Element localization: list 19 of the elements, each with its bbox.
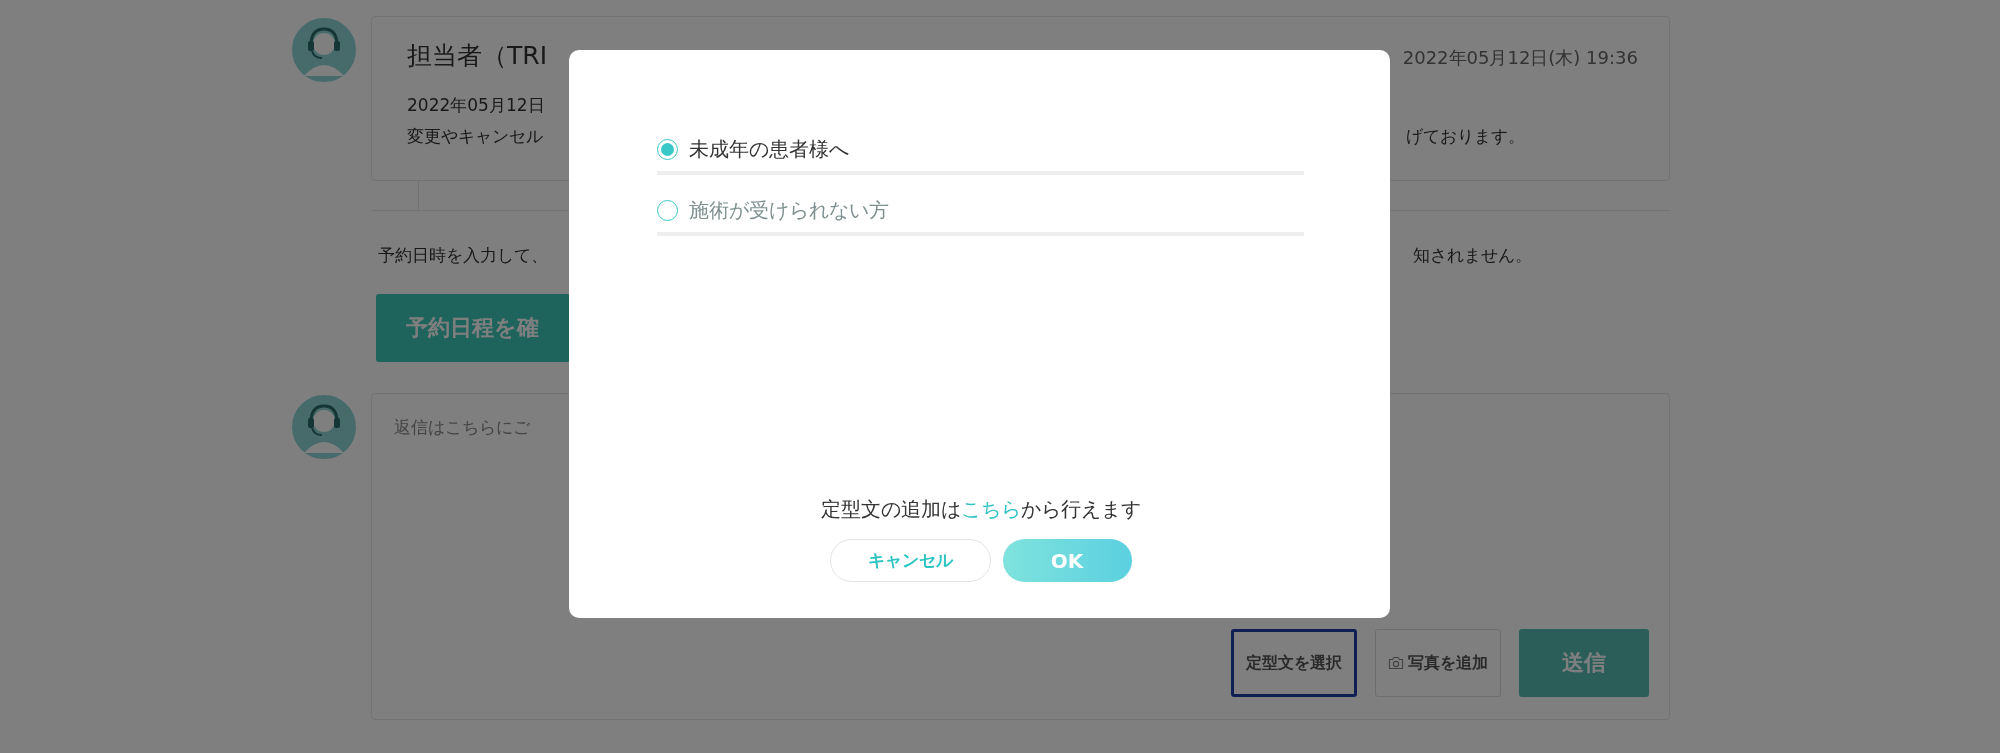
support-avatar-icon (290, 16, 358, 84)
notice-text: 予約日時を入力して、 (378, 244, 548, 267)
add-photo-button[interactable]: 写真を追加 (1375, 629, 1501, 697)
add-template-note: 定型文の追加はこちらから行えます (819, 496, 1142, 523)
notice-text: 知されません。 (1413, 244, 1532, 267)
sender-name: 担当者（TRI (407, 40, 547, 72)
option-label: 施術が受けられない方 (689, 197, 889, 224)
message-timestamp: 2022年05月12日(木) 19:36 (1402, 46, 1638, 70)
cancel-button[interactable]: キャンセル (829, 539, 991, 582)
message-text: げております。 (1406, 125, 1525, 148)
message-text: 変更やキャンセル (407, 125, 543, 148)
template-option[interactable]: 未成年の患者様へ (657, 136, 1304, 175)
option-label: 未成年の患者様へ (689, 136, 849, 163)
template-option[interactable]: 施術が受けられない方 (657, 197, 1304, 236)
template-button[interactable]: 定型文を選択 (1231, 629, 1357, 697)
support-avatar-icon (290, 393, 358, 461)
camera-icon (1388, 656, 1404, 670)
add-template-link[interactable]: こちら (960, 497, 1021, 521)
message-text: 2022年05月12日 (407, 94, 545, 117)
